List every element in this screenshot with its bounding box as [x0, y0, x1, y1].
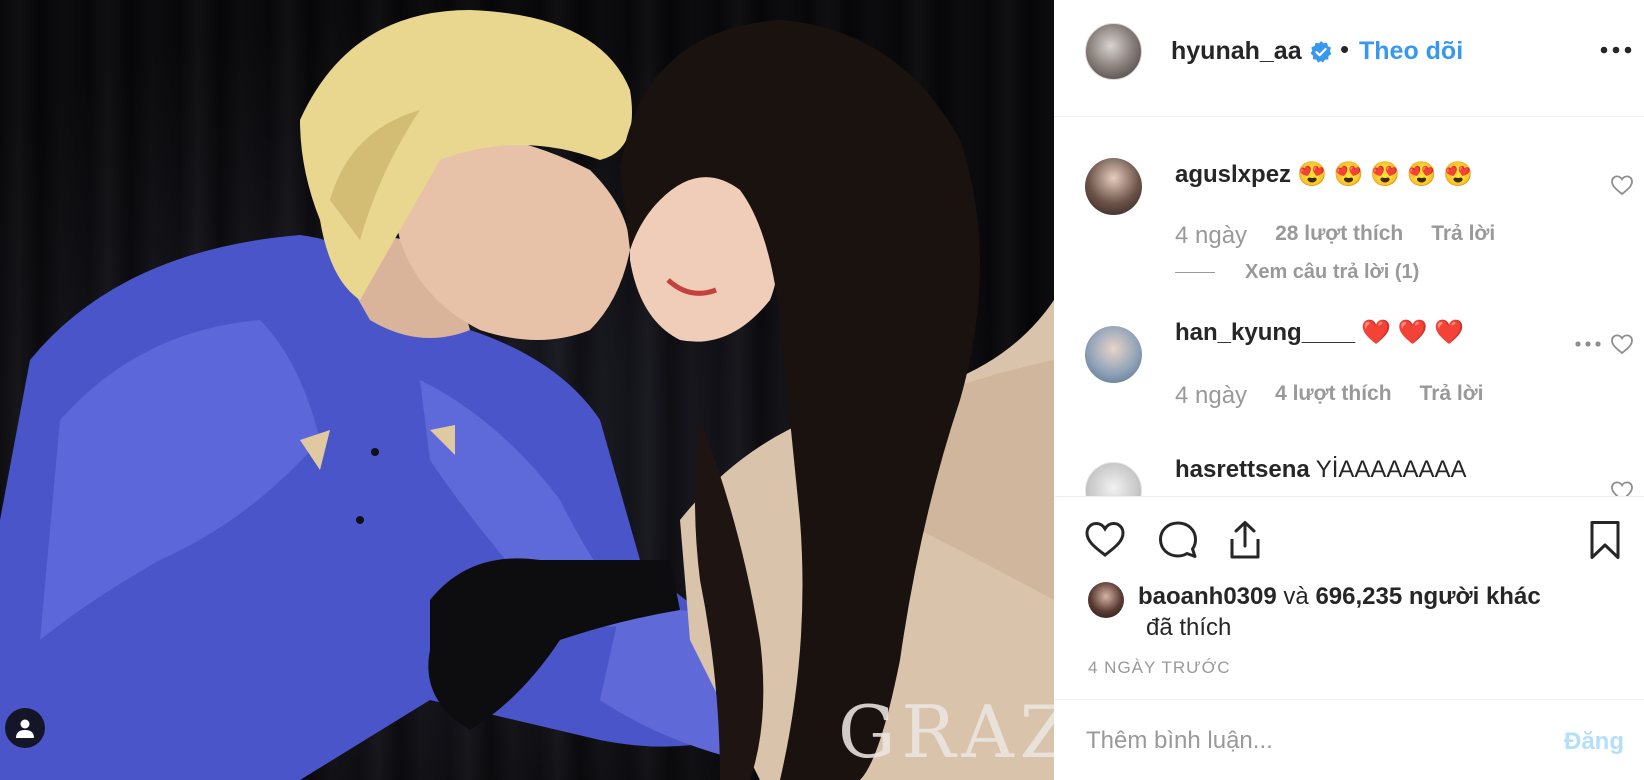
comment-meta: 4 ngày 4 lượt thích Trả lời [1175, 382, 1484, 410]
post-header: hyunah_aa • Theo dõi [1054, 0, 1644, 117]
post-side-panel: hyunah_aa • Theo dõi aguslxpez 😍 😍 😍 😍 😍 … [1054, 0, 1644, 780]
comments-list[interactable]: aguslxpez 😍 😍 😍 😍 😍 4 ngày 28 lượt thích … [1054, 118, 1644, 496]
liker-avatar[interactable] [1088, 582, 1124, 618]
view-replies-label: Xem câu trả lời (1) [1245, 261, 1420, 283]
comment-body: han_kyung____ ❤️ ❤️ ❤️ [1175, 318, 1464, 347]
comment-body: hasrettsena YİAAAAAAAA [1175, 456, 1466, 484]
comment-like-heart-icon[interactable] [1610, 174, 1634, 196]
verified-badge-icon [1310, 41, 1332, 63]
bookmark-icon[interactable] [1584, 519, 1626, 561]
post-photo[interactable]: GRAZIA [0, 0, 1054, 780]
comment-text: ❤️ ❤️ ❤️ [1361, 319, 1465, 346]
photo-watermark: GRAZIA [838, 690, 1054, 774]
comment-body: aguslxpez 😍 😍 😍 😍 😍 [1175, 160, 1473, 189]
commenter-avatar[interactable] [1085, 158, 1142, 215]
follow-button[interactable]: Theo dõi [1359, 37, 1463, 66]
comment-input[interactable] [1086, 724, 1526, 758]
comment-text: YİAAAAAAAA [1315, 456, 1467, 483]
comment-like-heart-icon[interactable] [1610, 480, 1634, 496]
comment-likes-count[interactable]: 28 lượt thích [1275, 222, 1403, 250]
post-timestamp[interactable]: 4 NGÀY TRƯỚC [1088, 658, 1231, 678]
comment-reply-button[interactable]: Trả lời [1420, 382, 1484, 410]
likes-others-count[interactable]: 696,235 người khác [1315, 583, 1540, 610]
comment-meta: 4 ngày 28 lượt thích Trả lời [1175, 222, 1495, 250]
comment-age: 4 ngày [1175, 222, 1248, 249]
comment-icon[interactable] [1157, 519, 1199, 561]
author-username[interactable]: hyunah_aa [1171, 37, 1302, 66]
comment-like-heart-icon[interactable] [1610, 333, 1634, 355]
comment-options-icon[interactable] [1574, 340, 1602, 348]
view-replies-line [1175, 272, 1215, 273]
post-actions-bar [1054, 496, 1644, 576]
comment-text: 😍 😍 😍 😍 😍 [1297, 161, 1474, 188]
photo-scene [0, 10, 1054, 780]
comment-age: 4 ngày [1175, 382, 1248, 409]
author-avatar[interactable] [1085, 23, 1142, 80]
commenter-username[interactable]: han_kyung____ [1175, 319, 1355, 346]
user-tag-icon[interactable] [5, 708, 45, 748]
more-options-icon[interactable] [1599, 43, 1633, 57]
comment-item: han_kyung____ ❤️ ❤️ ❤️ 4 ngày 4 lượt thíc… [1054, 316, 1644, 426]
likes-line-1: baoanh0309 và 696,235 người khác [1138, 583, 1541, 611]
commenter-username[interactable]: aguslxpez [1175, 161, 1291, 188]
likes-connector: và [1283, 583, 1309, 610]
comment-item: hasrettsena YİAAAAAAAA [1054, 454, 1644, 496]
heart-icon[interactable] [1084, 519, 1126, 561]
add-comment-bar: Đăng [1054, 699, 1644, 780]
likes-suffix: đã thích [1146, 614, 1232, 641]
comment-item: aguslxpez 😍 😍 😍 😍 😍 4 ngày 28 lượt thích … [1054, 118, 1644, 288]
comment-reply-button[interactable]: Trả lời [1431, 222, 1495, 250]
comment-likes-count[interactable]: 4 lượt thích [1275, 382, 1391, 410]
commenter-avatar[interactable] [1085, 326, 1142, 383]
commenter-username[interactable]: hasrettsena [1175, 456, 1310, 483]
post-comment-button[interactable]: Đăng [1564, 728, 1624, 756]
view-replies-button[interactable]: Xem câu trả lời (1) [1175, 261, 1419, 284]
header-separator: • [1340, 34, 1350, 64]
likes-summary: baoanh0309 và 696,235 người khác đã thíc… [1088, 578, 1638, 648]
liker-username[interactable]: baoanh0309 [1138, 583, 1277, 610]
commenter-avatar[interactable] [1085, 462, 1142, 496]
share-icon[interactable] [1224, 519, 1266, 561]
